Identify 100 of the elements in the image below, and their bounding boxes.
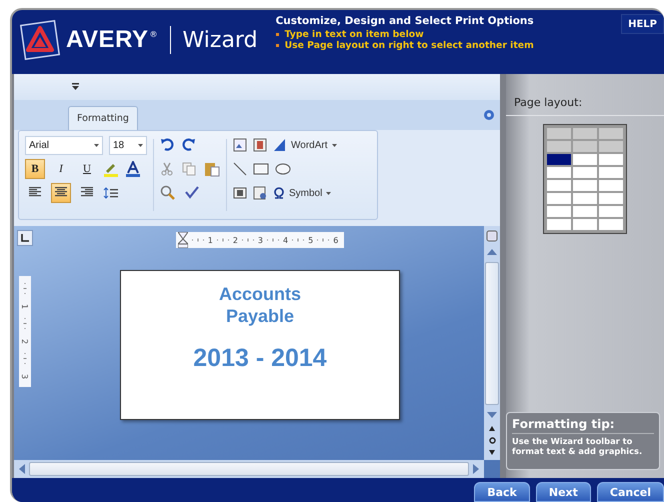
label-cell[interactable] — [573, 167, 597, 178]
caret-icon — [326, 192, 332, 194]
brand-name: AVERY — [66, 26, 149, 54]
scissors-icon[interactable] — [160, 162, 174, 176]
scroll-up-icon[interactable] — [487, 248, 497, 256]
label-cell[interactable] — [599, 219, 623, 230]
bullet-icon — [276, 44, 279, 47]
label-cell[interactable] — [573, 128, 597, 139]
italic-button[interactable]: I — [51, 159, 71, 179]
label-cell[interactable] — [599, 167, 623, 178]
ruler-number: 2 — [20, 338, 30, 344]
caret-icon — [94, 144, 99, 146]
label-cell[interactable] — [599, 180, 623, 191]
ruler-number: 3 — [258, 236, 263, 244]
label-cell[interactable] — [547, 206, 571, 217]
tab-stop-icon — [21, 234, 29, 242]
wizard-button[interactable]: Cancel — [596, 482, 664, 502]
label-cell[interactable] — [573, 154, 597, 165]
ruler-number: 1 — [208, 236, 213, 244]
label-cell[interactable] — [547, 128, 571, 139]
align-center-icon — [55, 186, 67, 196]
wizard-title: Customize, Design and Select Print Options — [276, 15, 534, 27]
bullet-icon — [276, 33, 279, 36]
label-cell[interactable] — [573, 180, 597, 191]
caret-icon — [332, 144, 336, 146]
align-center-button[interactable] — [51, 183, 71, 203]
scroll-down-icon[interactable] — [487, 411, 497, 419]
horizontal-scrollbar[interactable] — [14, 460, 484, 478]
label-page[interactable]: Accounts Payable 2013 - 2014 — [120, 270, 400, 420]
ruler-number: 5 — [308, 236, 314, 244]
search-icon[interactable] — [160, 185, 176, 201]
tab-selector-button[interactable] — [17, 230, 33, 246]
clip-art-icon[interactable] — [253, 138, 267, 152]
highlight-icon[interactable] — [103, 161, 119, 177]
caret-icon — [138, 144, 143, 146]
ruler-number: 1 — [20, 304, 30, 310]
label-cell[interactable] — [599, 128, 623, 139]
spelling-icon[interactable] — [184, 185, 200, 201]
wizard-button[interactable]: Next — [536, 482, 591, 502]
ruler-number: 2 — [232, 236, 238, 244]
ellipse-icon[interactable] — [275, 162, 291, 176]
ruler-number: 4 — [283, 236, 288, 244]
text-box-icon[interactable] — [233, 186, 247, 200]
wizard-button[interactable]: Back — [474, 482, 530, 502]
ruler-number: 6 — [333, 236, 338, 244]
customize-icon[interactable] — [72, 83, 79, 91]
font-dropdown[interactable]: Arial — [25, 136, 103, 154]
align-left-icon — [29, 186, 41, 196]
picture-icon[interactable] — [233, 138, 247, 152]
label-cell[interactable] — [547, 141, 571, 152]
ruler-number: 3 — [20, 374, 30, 380]
line-icon[interactable] — [233, 162, 247, 176]
bold-button[interactable]: B — [25, 159, 45, 179]
label-cell[interactable] — [547, 193, 571, 204]
ribbon-tab[interactable]: Formatting — [68, 106, 138, 130]
label-cell[interactable] — [547, 219, 571, 230]
omega-icon — [273, 187, 285, 199]
label-cell[interactable] — [573, 141, 597, 152]
label-cell[interactable] — [599, 141, 623, 152]
copy-icon[interactable] — [182, 162, 196, 176]
panel-heading: Page layout: — [506, 96, 664, 116]
label-cell[interactable] — [599, 154, 623, 165]
underline-button[interactable]: U — [77, 159, 97, 179]
label-cell[interactable] — [573, 219, 597, 230]
rectangle-icon[interactable] — [253, 162, 269, 176]
ruler-toggle-icon[interactable] — [486, 230, 498, 242]
scroll-left-icon[interactable] — [18, 464, 26, 474]
symbol-button[interactable]: Symbol — [273, 187, 332, 199]
next-page-icon[interactable] — [489, 450, 495, 456]
previous-page-icon[interactable] — [489, 425, 495, 431]
scroll-right-icon[interactable] — [472, 464, 480, 474]
label-cell[interactable] — [573, 206, 597, 217]
instruction-text: Type in text on item below — [284, 29, 424, 40]
wordart-button[interactable]: WordArt — [273, 138, 336, 152]
label-cell[interactable] — [547, 180, 571, 191]
label-text: Accounts — [218, 283, 301, 305]
label-cell[interactable] — [599, 206, 623, 217]
label-cell[interactable] — [547, 167, 571, 178]
browse-object-icon[interactable] — [488, 437, 496, 444]
vertical-scrollbar[interactable] — [484, 226, 500, 460]
help-button[interactable]: HELP — [621, 14, 664, 34]
product-name: Wizard — [182, 28, 258, 52]
tip-text: Use the Wizard toolbar to format text & add graphics. — [512, 436, 644, 456]
font-size-dropdown[interactable]: 18 — [109, 136, 147, 154]
label-cell[interactable] — [547, 154, 571, 165]
logo-icon — [20, 20, 60, 60]
help-icon[interactable] — [484, 110, 494, 120]
paste-icon[interactable] — [204, 161, 220, 177]
align-right-icon — [81, 186, 93, 196]
registered-mark: ® — [150, 30, 158, 38]
wordart-icon — [273, 138, 287, 152]
line-spacing-icon[interactable] — [103, 187, 119, 199]
font-color-icon[interactable] — [125, 161, 141, 177]
label-cell[interactable] — [573, 193, 597, 204]
label-cell[interactable] — [599, 193, 623, 204]
indent-marker-icon[interactable] — [178, 232, 188, 248]
tip-title: Formatting tip: — [512, 417, 654, 434]
redo-icon[interactable] — [182, 138, 196, 152]
undo-icon[interactable] — [160, 138, 174, 152]
instruction-text: Use Page layout on right to select another item — [284, 40, 534, 51]
